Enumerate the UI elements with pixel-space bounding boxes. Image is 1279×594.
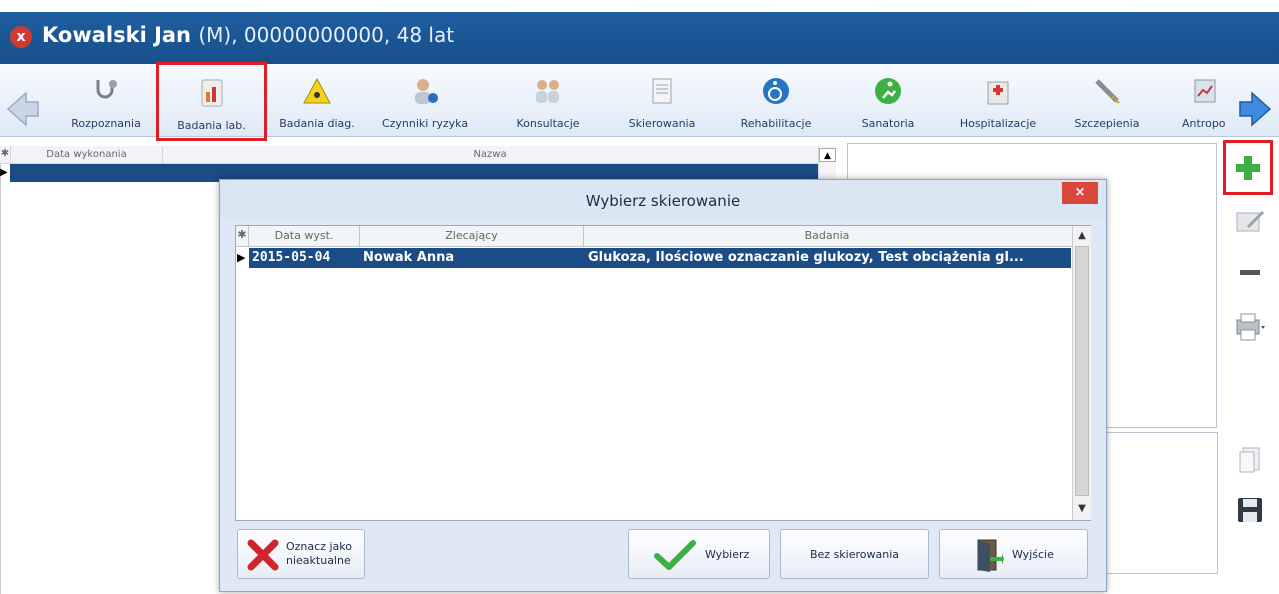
toolbar-item-badania-lab[interactable]: Badania lab. — [156, 62, 267, 141]
mark-outdated-button[interactable]: Oznacz jako nieaktualne — [237, 529, 365, 579]
toolbar-item-hospitalizacje[interactable]: Hospitalizacje — [948, 64, 1048, 136]
no-referral-button[interactable]: Bez skierowania — [780, 529, 929, 579]
plus-icon — [1236, 156, 1260, 180]
exit-button[interactable]: Wyjście — [939, 529, 1088, 579]
dialog-title: Wybierz skierowanie — [585, 192, 741, 210]
toolbar-item-badania-diag[interactable]: Badania diag. — [272, 64, 362, 136]
document-icon — [647, 76, 677, 106]
cell-ordering: Nowak Anna — [363, 250, 455, 265]
red-x-icon — [247, 539, 279, 571]
checkmark-icon — [654, 540, 696, 570]
patient-title: Kowalski Jan (M), 00000000000, 48 lat — [42, 23, 454, 47]
column-header-name[interactable]: Nazwa — [163, 146, 817, 163]
referrals-grid[interactable]: ✱ Data wyst. Zlecający Badania ▶ 2015-05… — [235, 225, 1091, 521]
referrals-grid-header: ✱ Data wyst. Zlecający Badania — [236, 226, 1072, 247]
toolbar-item-rozpoznania[interactable]: Rozpoznania — [60, 64, 152, 136]
edit-icon — [1236, 210, 1265, 232]
wheelchair-icon — [761, 76, 791, 106]
row-indicator-header: ✱ — [0, 146, 11, 163]
table-row[interactable]: 2015-05-04 Nowak Anna Glukoza, Ilościowe… — [249, 248, 1071, 268]
row-pointer-icon: ▶ — [0, 167, 8, 178]
toolbar-item-skierowania[interactable]: Skierowania — [612, 64, 712, 136]
column-header-date[interactable]: Data wykonania — [11, 146, 163, 163]
person-info-icon — [410, 76, 440, 106]
minus-icon — [1240, 270, 1260, 275]
scroll-up-icon[interactable]: ▲ — [1073, 228, 1091, 244]
patient-details: (M), 00000000000, 48 lat — [198, 23, 455, 47]
printer-icon — [1236, 313, 1265, 341]
syringe-icon — [1092, 76, 1122, 106]
referrals-scrollbar[interactable]: ▲ ▼ — [1072, 226, 1091, 520]
scroll-down-icon[interactable]: ▼ — [1073, 501, 1091, 517]
runner-icon — [873, 76, 903, 106]
module-toolbar: Rozpoznania Badania lab. Badania diag. C… — [0, 62, 1279, 141]
print-button[interactable] — [1228, 305, 1272, 345]
toolbar-item-szczepienia[interactable]: Szczepienia — [1060, 64, 1154, 136]
edit-button[interactable] — [1228, 202, 1272, 242]
row-pointer-icon: ▶ — [237, 251, 246, 264]
save-icon — [1238, 498, 1262, 522]
door-exit-icon — [977, 539, 1004, 572]
patient-header: x Kowalski Jan (M), 00000000000, 48 lat — [0, 12, 1279, 64]
save-button[interactable] — [1228, 490, 1272, 530]
lab-tests-grid-header: ✱ Data wykonania Nazwa — [0, 146, 818, 164]
patient-name: Kowalski Jan — [42, 23, 192, 47]
row-indicator-header: ✱ — [236, 226, 249, 246]
chart-book-icon — [1191, 76, 1221, 106]
scroll-right-arrow-icon[interactable] — [1236, 89, 1274, 129]
column-header-issue-date[interactable]: Data wyst. — [249, 226, 360, 246]
lab-chart-icon — [197, 78, 227, 108]
dialog-titlebar: Wybierz skierowanie × — [220, 180, 1106, 221]
dialog-close-button[interactable]: × — [1062, 182, 1098, 204]
select-button[interactable]: Wybierz — [628, 529, 770, 579]
hospital-icon — [983, 76, 1013, 106]
stethoscope-icon — [91, 76, 121, 106]
document-copy-icon — [1239, 447, 1260, 473]
column-header-tests[interactable]: Badania — [584, 226, 1070, 246]
toolbar-item-konsultacje[interactable]: Konsultacje — [500, 64, 596, 136]
add-button[interactable] — [1223, 140, 1273, 195]
toolbar-item-antropo[interactable]: Antropo — [1168, 64, 1238, 136]
scroll-thumb[interactable] — [1075, 246, 1089, 496]
toolbar-item-rehabilitacje[interactable]: Rehabilitacje — [728, 64, 824, 136]
cell-issue-date: 2015-05-04 — [252, 250, 331, 265]
column-header-ordering[interactable]: Zlecający — [360, 226, 584, 246]
attach-button[interactable] — [1228, 440, 1272, 480]
notes-panel — [1100, 432, 1218, 574]
scroll-up-icon[interactable]: ▲ — [819, 148, 836, 162]
doctors-icon — [533, 76, 563, 106]
select-referral-dialog: Wybierz skierowanie × ✱ Data wyst. Zleca… — [219, 179, 1107, 592]
close-patient-icon[interactable]: x — [10, 26, 32, 48]
radiation-warning-icon — [302, 76, 332, 106]
cell-tests: Glukoza, Ilościowe oznaczanie glukozy, T… — [588, 250, 1024, 265]
scroll-left-arrow-icon[interactable] — [4, 89, 42, 129]
remove-button[interactable] — [1228, 252, 1272, 292]
toolbar-item-czynniki-ryzyka[interactable]: Czynniki ryzyka — [375, 64, 475, 136]
toolbar-item-sanatoria[interactable]: Sanatoria — [842, 64, 934, 136]
